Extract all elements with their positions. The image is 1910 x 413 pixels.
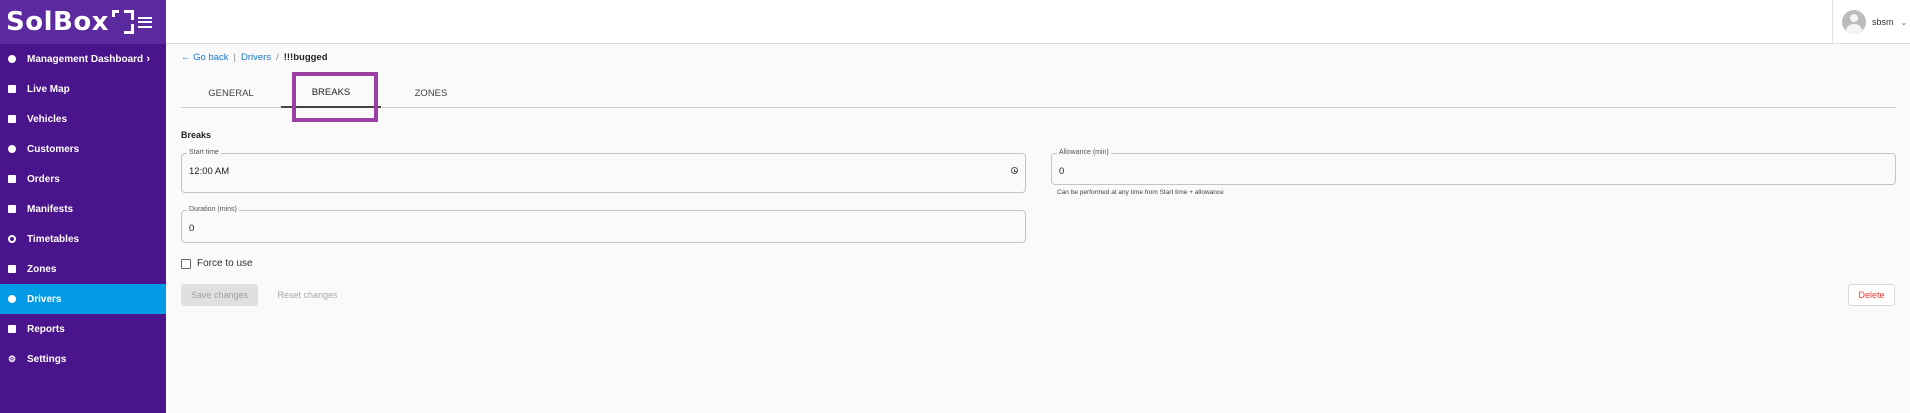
sidebar-item-orders[interactable]: Orders [0,164,166,194]
go-back-link[interactable]: ← Go back [181,52,229,63]
allowance-label: Allowance (min) [1057,149,1111,156]
menu-toggle-icon[interactable] [138,16,152,28]
sidebar-item-settings[interactable]: ⚙ Settings [0,344,166,374]
tab-breaks[interactable]: BREAKS [281,78,381,108]
sidebar-item-customers[interactable]: Customers [0,134,166,164]
sidebar-item-label: Timetables [27,233,80,245]
logo-mark-icon [111,10,134,34]
tab-general[interactable]: GENERAL [181,78,281,108]
allowance-value: 0 [1059,166,1065,177]
zones-icon [7,264,17,274]
breadcrumb-separator: | [233,52,236,63]
avatar [1842,10,1866,34]
breadcrumb: ← Go back | Drivers / !!!bugged [181,52,328,63]
map-icon [7,84,17,94]
dashboard-icon [7,54,17,64]
force-to-use-row: Force to use [181,258,253,269]
breadcrumb-drivers-link[interactable]: Drivers [241,52,271,63]
sidebar-item-vehicles[interactable]: Vehicles [0,104,166,134]
username: sbsm [1872,17,1894,27]
brand-bar: SolBox [0,0,166,44]
tab-zones[interactable]: ZONES [381,78,481,108]
arrow-left-icon: ← [181,52,191,63]
sidebar-item-label: Vehicles [27,113,68,125]
force-to-use-label: Force to use [197,258,253,269]
reports-icon [7,324,17,334]
sidebar-item-label: Live Map [27,83,70,95]
person-icon [7,144,17,154]
sidebar-item-label: Orders [27,173,60,185]
reset-changes-button[interactable]: Reset changes [270,284,345,306]
sidebar-item-reports[interactable]: Reports [0,314,166,344]
delete-button[interactable]: Delete [1848,284,1895,306]
sidebar: SolBox Management Dashboard › Live Map V… [0,0,166,413]
breadcrumb-separator: / [276,52,279,63]
force-to-use-checkbox[interactable] [181,258,191,269]
driver-icon [7,294,17,304]
folder-icon [7,174,17,184]
sidebar-item-label: Settings [27,353,67,365]
start-time-field[interactable]: Start time 12:00 AM [181,149,1026,193]
sidebar-item-drivers[interactable]: Drivers [0,284,166,314]
sidebar-item-label: Reports [27,323,65,335]
start-time-label: Start time [187,149,221,156]
gear-icon: ⚙ [7,353,17,364]
sidebar-item-label: Manifests [27,203,74,215]
duration-label: Duration (mins) [187,206,239,213]
top-bar: sbsm ⌄ [166,0,1910,44]
start-time-value: 12:00 AM [189,166,230,177]
save-changes-button[interactable]: Save changes [181,284,258,306]
clock-icon [7,234,17,244]
duration-field[interactable]: Duration (mins) 0 [181,206,1026,243]
sidebar-item-manifests[interactable]: Manifests [0,194,166,224]
chevron-down-icon: ⌄ [1900,17,1908,27]
logo: SolBox [6,7,134,37]
logo-text: SolBox [6,7,109,37]
sidebar-item-label: Drivers [27,293,62,305]
sidebar-item-live-map[interactable]: Live Map [0,74,166,104]
tab-bar: GENERAL BREAKS ZONES [181,78,1896,108]
allowance-field[interactable]: Allowance (min) 0 [1051,149,1896,185]
sidebar-item-timetables[interactable]: Timetables [0,224,166,254]
breadcrumb-current: !!!bugged [283,52,328,63]
sidebar-nav: Management Dashboard › Live Map Vehicles… [0,44,166,374]
clock-icon[interactable] [1011,167,1018,174]
section-title: Breaks [181,130,212,140]
go-back-label: Go back [193,52,229,63]
truck-icon [7,114,17,124]
manifest-icon [7,204,17,214]
sidebar-item-zones[interactable]: Zones [0,254,166,284]
sidebar-item-label: Zones [27,263,57,275]
allowance-helper-text: Can be performed at any time from Start … [1057,189,1224,196]
sidebar-item-label: Customers [27,143,80,155]
user-menu[interactable]: sbsm ⌄ [1832,0,1910,44]
sidebar-item-label: Management Dashboard [27,53,144,65]
chevron-right-icon: › [146,53,150,65]
duration-value: 0 [189,223,195,234]
sidebar-item-management-dashboard[interactable]: Management Dashboard › [0,44,166,74]
